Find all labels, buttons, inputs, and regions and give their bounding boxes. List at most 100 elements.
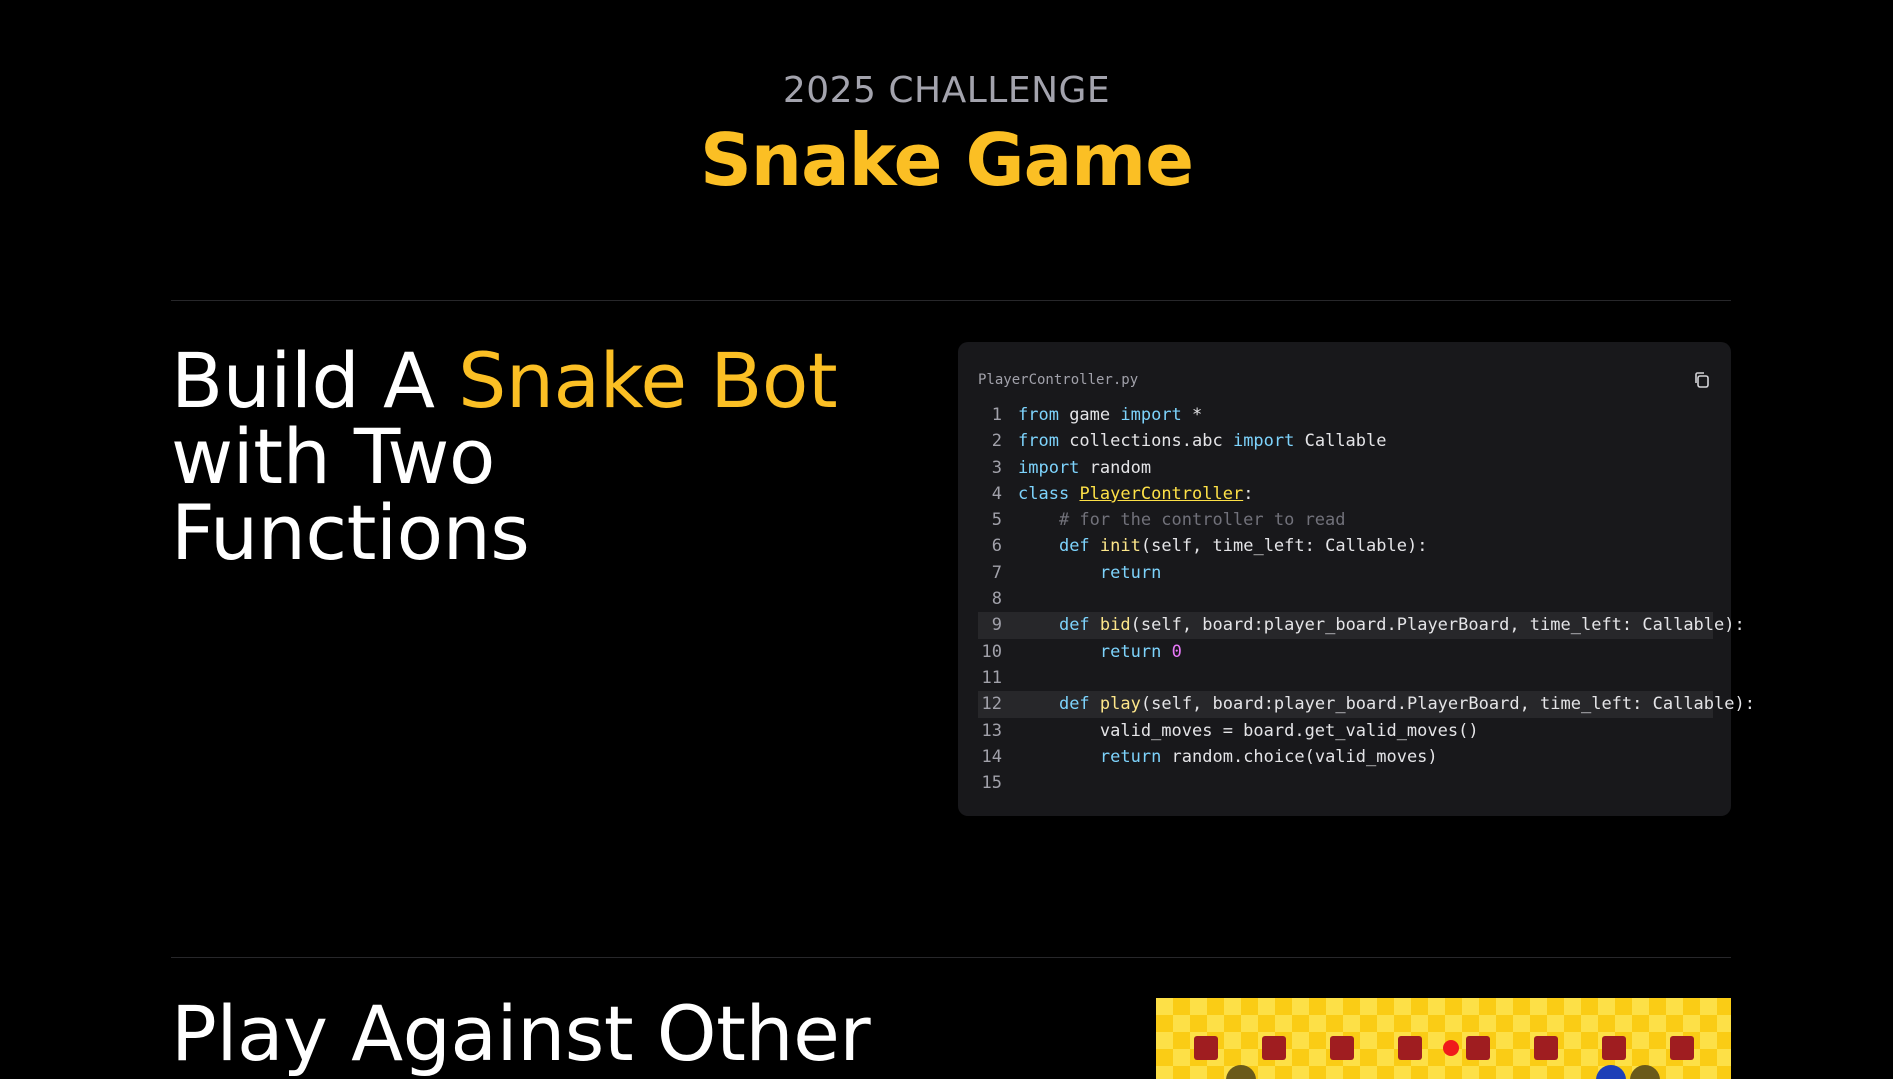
line-number: 4 — [991, 483, 1002, 504]
code-text: class PlayerController: — [1018, 481, 1253, 507]
code-line: 1 from game import * — [978, 402, 1713, 428]
code-line: 3 import random — [978, 455, 1713, 481]
code-text: # for the controller to read — [1018, 507, 1346, 533]
section-heading-play: Play Against Other — [171, 989, 871, 1078]
code-token: bid — [1099, 615, 1131, 636]
code-token: random — [1079, 457, 1152, 478]
code-token: import — [1018, 457, 1080, 478]
code-token: return — [1099, 746, 1162, 767]
code-line: 5 # for the controller to read — [978, 507, 1713, 533]
code-token: (self, time_left: Callable): — [1140, 536, 1428, 557]
code-text: def init(self, time_left: Callable): — [1018, 533, 1428, 559]
code-token: game — [1058, 405, 1121, 425]
line-number: 3 — [991, 457, 1002, 478]
code-line: 4 class PlayerController: — [978, 481, 1713, 507]
code-text: return 0 — [1018, 639, 1182, 665]
code-token: valid_moves = board.get_valid_moves() — [1018, 720, 1479, 741]
code-token: return — [1099, 562, 1162, 583]
line-number: 11 — [981, 667, 1002, 688]
code-line: 14 return random.choice(valid_moves) — [978, 744, 1713, 770]
code-token: 0 — [1171, 641, 1182, 662]
wall-block — [1330, 1036, 1354, 1060]
line-number: 2 — [991, 431, 1002, 452]
code-line: 9 def bid(self, board:player_board.Playe… — [978, 612, 1745, 639]
copy-icon — [1695, 372, 1709, 388]
code-line: 2 from collections.abc import Callable — [978, 428, 1713, 454]
code-token: def — [1058, 536, 1090, 557]
code-token: random.choice(valid_moves) — [1161, 746, 1438, 767]
code-line: 12 def play(self, board:player_board.Pla… — [978, 691, 1755, 718]
line-number: 15 — [981, 773, 1002, 794]
wall-block — [1398, 1036, 1422, 1060]
wall-block — [1534, 1036, 1558, 1060]
code-text: def play(self, board:player_board.Player… — [1018, 691, 1755, 717]
heading-accent: Snake Bot — [458, 336, 838, 425]
code-text: def bid(self, board:player_board.PlayerB… — [1018, 612, 1745, 638]
line-number: 10 — [981, 641, 1002, 662]
section-divider — [171, 957, 1731, 958]
line-number: 6 — [991, 536, 1002, 557]
code-line: 11 — [978, 665, 1713, 691]
code-token: * — [1181, 405, 1203, 425]
code-text: valid_moves = board.get_valid_moves() — [1018, 718, 1479, 744]
code-token: return — [1099, 641, 1162, 662]
code-panel: PlayerController.py 1 from game import * 2… — [958, 342, 1755, 816]
code-text: return — [1018, 560, 1161, 586]
code-token: from — [1018, 431, 1059, 452]
code-text: from game import * — [1018, 402, 1202, 428]
code-text: return random.choice(valid_moves) — [1018, 744, 1438, 770]
apple-icon — [1443, 1040, 1459, 1056]
line-number: 13 — [981, 720, 1002, 741]
game-preview — [1156, 998, 1731, 1079]
challenge-eyebrow: 2025 CHALLENGE — [782, 70, 1111, 111]
code-token: from — [1018, 405, 1059, 425]
line-number: 1 — [991, 405, 1002, 425]
code-token: def — [1058, 615, 1090, 636]
wall-block — [1262, 1036, 1286, 1060]
section-heading-build: Build A Snake Bot with Two Functions — [171, 343, 838, 571]
wall-block — [1670, 1036, 1694, 1060]
wall-block — [1602, 1036, 1626, 1060]
line-number: 8 — [991, 589, 1002, 610]
line-number: 7 — [991, 562, 1002, 583]
line-number: 5 — [991, 510, 1002, 531]
line-number: 9 — [991, 615, 1002, 636]
code-token: (self, board:player_board.PlayerBoard, t… — [1140, 694, 1755, 715]
code-line: 8 — [978, 586, 1713, 612]
wall-block — [1466, 1036, 1490, 1060]
code-token: class — [1018, 483, 1070, 504]
page: 2025 CHALLENGE Snake Game Build A Snake … — [0, 0, 1893, 1079]
code-token: PlayerController — [1079, 483, 1244, 504]
code-line: 6 def init(self, time_left: Callable): — [978, 533, 1713, 559]
heading-line3: Functions — [171, 488, 530, 577]
code-token: init — [1099, 536, 1141, 557]
code-line: 13 valid_moves = board.get_valid_moves() — [978, 718, 1713, 744]
section-divider — [171, 300, 1731, 301]
code-line: 10 return 0 — [978, 639, 1713, 665]
wall-block — [1194, 1036, 1218, 1060]
code-text: from collections.abc import Callable — [1018, 428, 1387, 454]
code-block[interactable]: 1 from game import * 2 from collections.abc… — [978, 402, 1755, 796]
code-line: 7 return — [978, 560, 1713, 586]
copy-button[interactable] — [1693, 371, 1711, 389]
code-token: : — [1243, 483, 1254, 504]
code-line: 15 — [978, 770, 1713, 796]
code-token: (self, board:player_board.PlayerBoard, t… — [1130, 615, 1745, 636]
line-number: 12 — [981, 694, 1002, 715]
code-token: import — [1120, 405, 1182, 425]
code-token: # for the controller to read — [1018, 510, 1346, 531]
code-file-name: PlayerController.py — [978, 372, 1139, 388]
page-title: Snake Game — [699, 118, 1194, 202]
code-token: collections.abc — [1058, 431, 1233, 452]
code-token: import — [1232, 431, 1295, 452]
